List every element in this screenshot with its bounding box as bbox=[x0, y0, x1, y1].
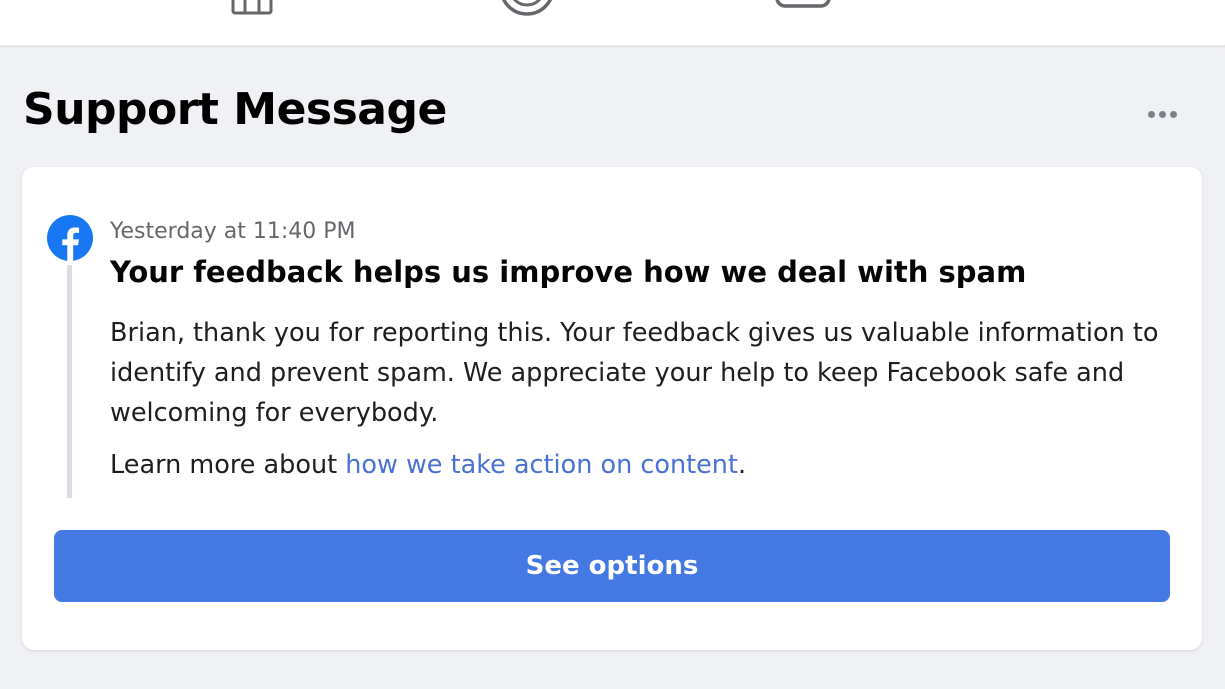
see-options-button[interactable]: See options bbox=[54, 530, 1170, 602]
message-body: Brian, thank you for reporting this. You… bbox=[110, 318, 1159, 428]
message-timestamp: Yesterday at 11:40 PM bbox=[110, 219, 356, 244]
gaming-icon[interactable] bbox=[772, 0, 834, 16]
top-navigation-bar bbox=[0, 0, 1225, 46]
learn-more-link[interactable]: how we take action on content bbox=[345, 450, 738, 480]
page-title: Support Message bbox=[23, 84, 447, 135]
facebook-logo-icon bbox=[47, 215, 93, 261]
message-title: Your feedback helps us improve how we de… bbox=[110, 255, 1027, 289]
marketplace-icon[interactable] bbox=[228, 0, 276, 16]
more-horizontal-icon bbox=[1147, 110, 1155, 118]
learn-more-text: Learn more about how we take action on c… bbox=[110, 445, 746, 485]
groups-icon[interactable] bbox=[498, 0, 556, 16]
more-options-button[interactable] bbox=[1140, 100, 1184, 128]
learn-more-suffix: . bbox=[737, 450, 747, 480]
support-message-card: Yesterday at 11:40 PM Your feedback help… bbox=[22, 167, 1202, 650]
message-timeline-line bbox=[67, 265, 72, 498]
learn-more-prefix: Learn more about bbox=[110, 450, 346, 480]
